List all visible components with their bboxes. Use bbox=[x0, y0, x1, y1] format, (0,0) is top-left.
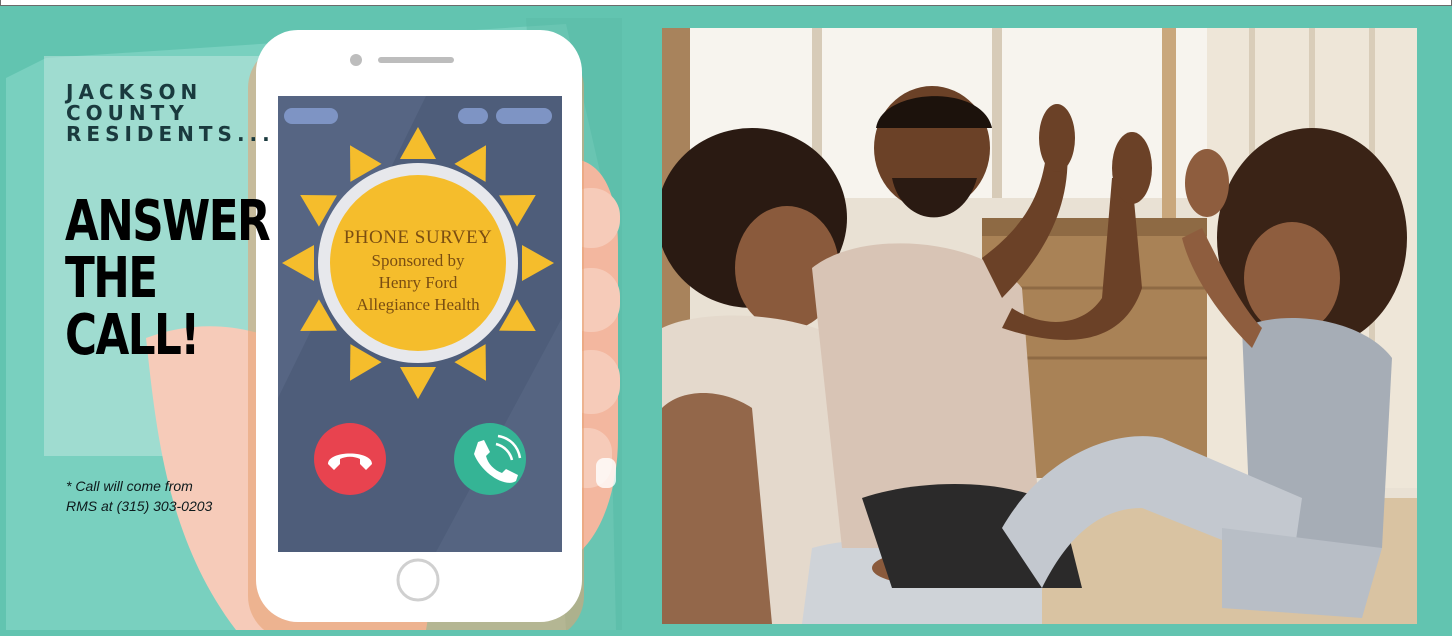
tagline-line-3: RESIDENTS... bbox=[66, 122, 275, 146]
headline-line-2: THE bbox=[65, 246, 158, 311]
girl-raised-hand bbox=[1185, 149, 1229, 217]
survey-flyer: JACKSON COUNTY RESIDENTS... ANSWER THE C… bbox=[6, 18, 622, 630]
sponsor-line-2: Henry Ford bbox=[378, 273, 458, 292]
note-line-1: * Call will come from bbox=[66, 478, 193, 494]
top-border bbox=[0, 0, 1452, 6]
status-pill-right bbox=[496, 108, 552, 124]
headline-line-1: ANSWER bbox=[65, 189, 271, 254]
survey-title: PHONE SURVEY bbox=[343, 227, 493, 248]
status-pill-left bbox=[284, 108, 338, 124]
man-raised-hand bbox=[1039, 104, 1075, 172]
decline-call-icon[interactable] bbox=[314, 423, 386, 495]
caller-note: * Call will come from RMS at (315) 303-0… bbox=[66, 476, 266, 516]
headline-line-3: CALL! bbox=[65, 303, 200, 368]
accept-call-icon[interactable] bbox=[454, 423, 526, 495]
sponsor-line-3: Allegiance Health bbox=[356, 295, 480, 314]
headline: ANSWER THE CALL! bbox=[65, 193, 271, 364]
family-high-five-image bbox=[662, 28, 1417, 624]
phone-speaker bbox=[378, 57, 454, 63]
sun-label: PHONE SURVEY Sponsored by Henry Ford All… bbox=[328, 226, 508, 316]
note-line-2: RMS at (315) 303-0203 bbox=[66, 498, 213, 514]
tagline: JACKSON COUNTY RESIDENTS... bbox=[66, 82, 275, 145]
sponsor-line-1: Sponsored by bbox=[371, 251, 465, 270]
family-photo bbox=[662, 28, 1417, 624]
home-button bbox=[396, 558, 440, 602]
phone-camera bbox=[350, 54, 362, 66]
